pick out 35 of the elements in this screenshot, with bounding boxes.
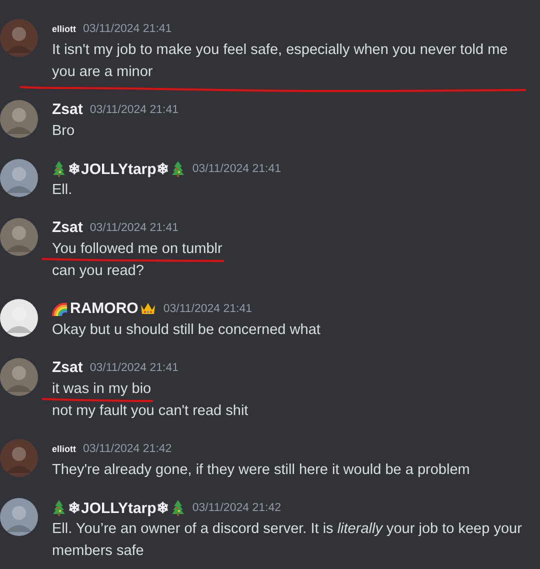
message-text: It isn't my job to make you feel safe, especially when you never told me you are a minor: [52, 42, 508, 80]
timestamp: 03/11/2024 21:41: [192, 162, 281, 174]
message-text: Okay but u should still be concerned what: [52, 322, 320, 338]
tree-icon: [171, 160, 186, 176]
message-text: Ell.: [52, 182, 72, 198]
tree-icon: [52, 160, 66, 176]
timestamp: 03/11/2024 21:41: [90, 222, 179, 234]
username[interactable]: elliott: [52, 444, 76, 454]
timestamp: 03/11/2024 21:41: [83, 22, 172, 34]
rainbow-icon: [52, 302, 68, 316]
timestamp: 03/11/2024 21:41: [90, 362, 179, 374]
username[interactable]: Zsat: [52, 359, 83, 376]
username[interactable]: Zsat: [52, 101, 83, 118]
avatar[interactable]: [0, 159, 38, 197]
avatar[interactable]: [0, 498, 38, 536]
timestamp: 03/11/2024 21:42: [83, 442, 172, 454]
username[interactable]: ❄JOLLYtarp❄: [68, 498, 170, 516]
username[interactable]: Zsat: [52, 219, 83, 236]
tree-icon: [52, 500, 66, 516]
timestamp: 03/11/2024 21:41: [163, 302, 252, 314]
message-text: They're already gone, if they were still here it would be a problem: [52, 462, 470, 478]
message-text: it was in my bio: [52, 381, 152, 397]
username[interactable]: elliott: [52, 24, 76, 34]
username[interactable]: ❄JOLLYtarp❄: [68, 160, 170, 178]
avatar[interactable]: [0, 299, 38, 337]
tree-icon: [171, 500, 186, 516]
crown-icon: [140, 302, 156, 315]
username[interactable]: RAMORO: [70, 300, 138, 317]
timestamp: 03/11/2024 21:41: [90, 104, 179, 116]
message-text: You followed me on tumblr: [52, 241, 222, 257]
timestamp: 03/11/2024 21:42: [192, 502, 281, 514]
message-text: not my fault you can't read shit: [52, 403, 248, 419]
message-text: can you read?: [52, 263, 144, 279]
message-text: Bro: [52, 123, 75, 139]
message-text: Ell. You’re an owner of a discord server. It is literally your job to keep your members safe: [52, 521, 522, 559]
